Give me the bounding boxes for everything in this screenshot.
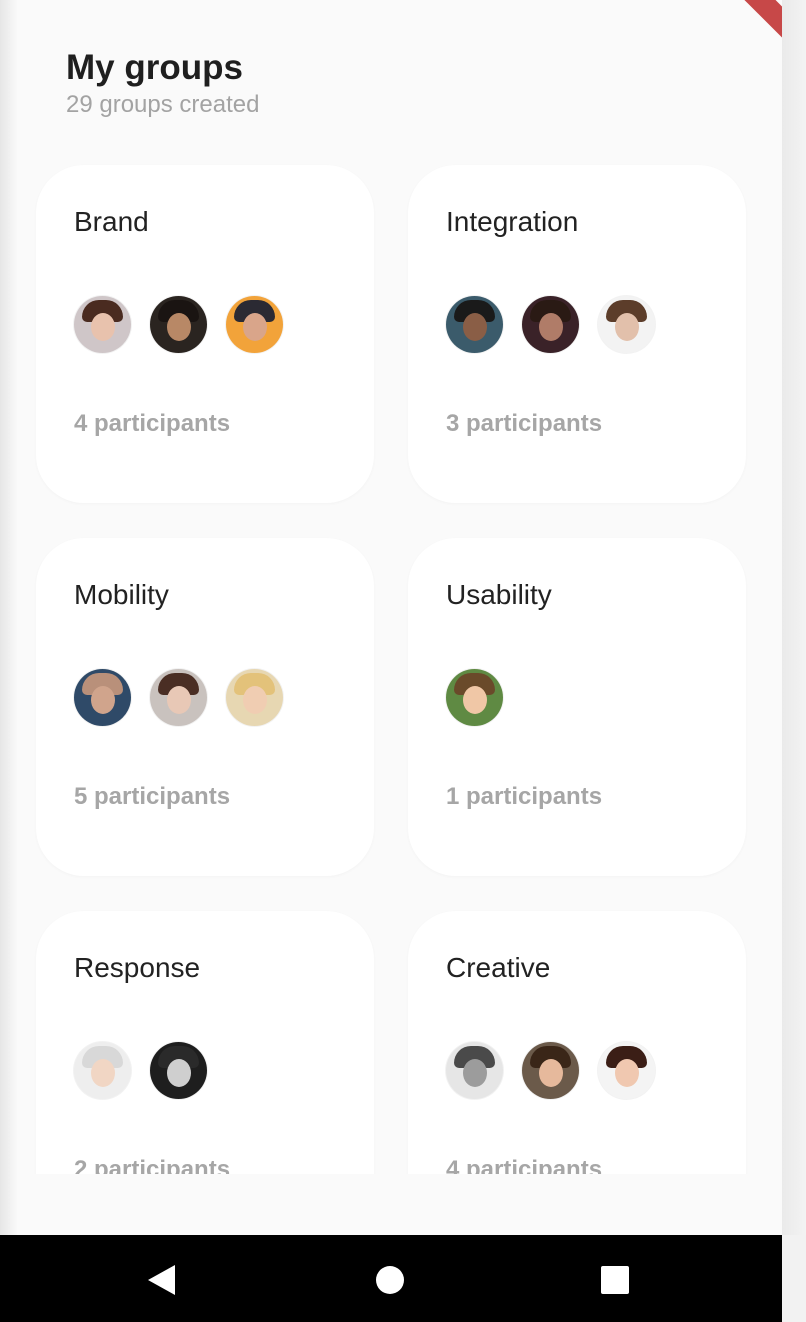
avatar-face (166, 312, 191, 341)
avatar-woman-blonde (226, 669, 283, 726)
group-card-mobility[interactable]: Mobility 5 participants (36, 538, 374, 876)
avatar-face (166, 1058, 191, 1087)
group-name: Creative (446, 952, 551, 983)
system-nav-bar (0, 1235, 782, 1322)
participants-count: 4 participants (446, 1156, 603, 1174)
participant-avatars (74, 1042, 226, 1099)
avatar-man-brown-hair (522, 1042, 579, 1099)
participant-avatars (74, 669, 302, 726)
avatar-man-curly-bw (150, 1042, 207, 1099)
group-name: Response (74, 952, 201, 983)
page-title: My groups (66, 48, 243, 87)
group-card-response[interactable]: Response 2 participants (36, 911, 374, 1174)
avatar-face (242, 312, 267, 341)
avatar-child-dark (446, 296, 503, 353)
participants-count: 1 participants (446, 783, 603, 810)
avatar-man-cap-bw (446, 1042, 503, 1099)
avatar-face (538, 1058, 563, 1087)
window-right-edge (782, 0, 806, 1235)
avatar-woman-surprised (226, 296, 283, 353)
nav-bar-right-edge (782, 1235, 806, 1322)
participants-count: 4 participants (74, 410, 231, 437)
groups-grid[interactable]: Brand 4 participants Integration 3 parti… (0, 130, 782, 1174)
app-screen: My groups 29 groups created Brand 4 part… (0, 0, 782, 1235)
participant-avatars (74, 296, 302, 353)
participants-count: 2 participants (74, 1156, 231, 1174)
back-triangle-icon[interactable] (148, 1265, 175, 1295)
avatar-face (614, 312, 639, 341)
group-card-creative[interactable]: Creative 4 participants (408, 911, 746, 1174)
groups-count-subtitle: 29 groups created (66, 91, 260, 118)
avatar-woman-scarf (150, 669, 207, 726)
device-frame: My groups 29 groups created Brand 4 part… (0, 0, 806, 1322)
avatar-face (242, 685, 267, 714)
home-circle-icon[interactable] (376, 1266, 404, 1294)
avatar-woman-short-hair (598, 1042, 655, 1099)
avatar-boy-smiling (446, 669, 503, 726)
group-name: Mobility (74, 579, 169, 610)
group-name: Brand (74, 206, 149, 237)
avatar-face (538, 312, 563, 341)
group-card-brand[interactable]: Brand 4 participants (36, 165, 374, 503)
group-card-integration[interactable]: Integration 3 participants (408, 165, 746, 503)
avatar-face (614, 1058, 639, 1087)
avatar-woman-brown-hair (74, 296, 131, 353)
avatar-face (90, 685, 115, 714)
group-card-usability[interactable]: Usability 1 participants (408, 538, 746, 876)
avatar-man-long-hair (598, 296, 655, 353)
participants-count: 5 participants (74, 783, 231, 810)
avatar-face (462, 312, 487, 341)
debug-banner (710, 0, 782, 44)
participant-avatars (446, 669, 522, 726)
avatar-man-sunglasses (150, 296, 207, 353)
avatar-face (462, 1058, 487, 1087)
participant-avatars (446, 296, 674, 353)
participant-avatars (446, 1042, 674, 1099)
avatar-face (166, 685, 191, 714)
participants-count: 3 participants (446, 410, 603, 437)
avatar-face (90, 312, 115, 341)
page-header: My groups 29 groups created (66, 48, 259, 120)
avatar-face (462, 685, 487, 714)
recents-square-icon[interactable] (601, 1266, 629, 1294)
avatar-man-funny-face (74, 1042, 131, 1099)
avatar-face (90, 1058, 115, 1087)
group-name: Integration (446, 206, 579, 237)
avatar-man-bald (74, 669, 131, 726)
group-name: Usability (446, 579, 552, 610)
avatar-man-beard (522, 296, 579, 353)
